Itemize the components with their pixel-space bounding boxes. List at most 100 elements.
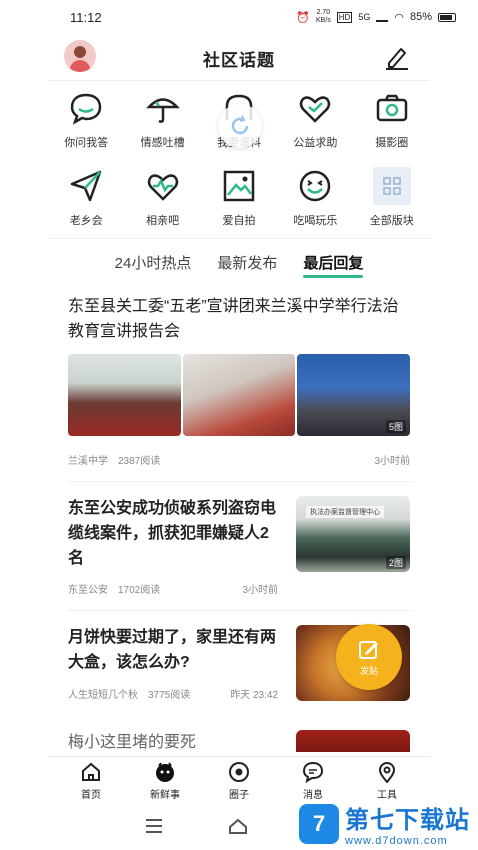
article-title: 月饼快要过期了，家里还有两大盒，该怎么办? xyxy=(68,629,277,671)
category-label: 摄影圈 xyxy=(375,137,409,149)
category-item[interactable]: 全部版块 xyxy=(354,166,430,228)
article-card[interactable]: 梅小这里堵的要死 xyxy=(68,730,410,755)
watermark-url: www.d7down.com xyxy=(345,835,448,847)
nav-label: 首页 xyxy=(81,790,101,801)
category-item[interactable]: 摄影圈 xyxy=(354,88,430,150)
article-image: 5图 xyxy=(297,354,411,436)
paper-plane-icon xyxy=(70,170,102,202)
status-bar: 11:12 ⏰ 2.70 KB/s HD 5G ◠ 85% xyxy=(0,0,478,34)
article-time: 3小时前 xyxy=(242,585,278,596)
category-label: 你问我答 xyxy=(64,137,109,149)
article-divider xyxy=(68,481,414,482)
tab-24h-hot[interactable]: 24小时热点 xyxy=(115,252,192,280)
category-label: 相亲吧 xyxy=(146,215,180,227)
category-item[interactable]: 你问我答 xyxy=(48,88,124,150)
article-card[interactable]: 东至县关工委“五老”宣讲团来兰溪中学举行法治教育宣讲报告会 5图 兰溪中学 23… xyxy=(68,294,411,467)
net-speed: 2.70 KB/s xyxy=(315,9,331,24)
article-divider xyxy=(68,610,414,611)
status-icons: ⏰ 2.70 KB/s HD 5G ◠ 85% xyxy=(296,9,456,25)
signal-icon xyxy=(376,12,389,22)
chat-bubble-icon xyxy=(70,93,102,125)
grid-divider xyxy=(48,238,430,239)
signal-label: 5G xyxy=(358,12,371,22)
article-source: 东至公安 xyxy=(68,585,108,596)
wifi-icon: ◠ xyxy=(394,11,404,24)
category-item[interactable]: 情感吐槽 xyxy=(124,88,200,150)
category-label: 全部版块 xyxy=(369,215,414,227)
tab-last-reply[interactable]: 最后回复 xyxy=(303,252,364,280)
refresh-icon xyxy=(231,115,249,135)
post-button[interactable]: 发贴 xyxy=(336,624,402,690)
nav-item-tools[interactable]: 工具 xyxy=(362,757,412,804)
article-title: 东至公安成功侦破系列盗窃电缆线案件，抓获犯罪嫌疑人2名 xyxy=(68,500,277,567)
picture-icon xyxy=(223,170,255,202)
heart-icon xyxy=(300,96,331,123)
bottom-nav: 首页 新鲜事 圈子 消息 工具 xyxy=(48,756,430,804)
article-thumbnail: 执法办案监督管理中心 2图 xyxy=(296,496,410,572)
page-title: 社区话题 xyxy=(203,50,275,70)
alarm-icon: ⏰ xyxy=(296,11,310,24)
article-source: 人生短短几个秋 xyxy=(68,690,138,701)
smile-icon xyxy=(300,170,331,202)
category-item[interactable]: 吃喝玩乐 xyxy=(277,166,353,228)
nav-item-circle[interactable]: 圈子 xyxy=(214,757,264,804)
category-label: 吃喝玩乐 xyxy=(293,215,338,227)
pencil-icon xyxy=(386,48,408,70)
avatar[interactable] xyxy=(64,40,96,72)
pulse-heart-icon xyxy=(147,174,178,201)
category-item[interactable]: 爱自拍 xyxy=(201,166,277,228)
edit-note-icon xyxy=(359,640,378,659)
battery-percent: 85% xyxy=(409,11,432,23)
feed-tabs: 24小时热点 最新发布 最后回复 xyxy=(0,252,478,280)
top-header: 社区话题 xyxy=(0,36,478,80)
category-item[interactable]: 相亲吧 xyxy=(124,166,200,228)
watermark: 7 第七下载站 www.d7down.com xyxy=(299,800,470,847)
header-divider xyxy=(48,80,430,81)
article-time: 昨天 23:42 xyxy=(230,690,278,701)
battery-icon xyxy=(438,12,456,22)
article-title: 梅小这里堵的要死 xyxy=(68,734,197,751)
tab-latest[interactable]: 最新发布 xyxy=(217,252,277,280)
nav-item-fresh[interactable]: 新鲜事 xyxy=(140,757,190,804)
nav-label: 圈子 xyxy=(229,790,249,801)
refresh-indicator xyxy=(218,104,262,148)
article-image xyxy=(68,354,181,436)
article-reads: 3775阅读 xyxy=(148,690,191,701)
nav-label: 新鲜事 xyxy=(150,790,180,801)
category-label: 公益求助 xyxy=(293,137,338,149)
status-time: 11:12 xyxy=(70,9,102,25)
article-meta: 东至公安 1702阅读 3小时前 xyxy=(68,581,278,596)
nav-item-messages[interactable]: 消息 xyxy=(288,757,338,804)
camera-icon xyxy=(376,94,408,122)
edit-button[interactable] xyxy=(382,42,412,72)
menu-icon[interactable] xyxy=(145,818,163,834)
umbrella-icon xyxy=(145,98,180,123)
image-count-badge: 2图 xyxy=(385,556,406,569)
article-meta: 兰溪中学 2387阅读 3小时前 xyxy=(68,452,410,467)
nav-item-home[interactable]: 首页 xyxy=(66,757,116,804)
home-gesture-icon[interactable] xyxy=(228,818,248,834)
article-reads: 1702阅读 xyxy=(118,585,161,596)
watermark-logo: 7 xyxy=(299,803,339,844)
nav-label: 工具 xyxy=(377,790,397,801)
home-icon xyxy=(82,762,100,781)
hd-icon: HD xyxy=(336,11,353,23)
nav-label: 消息 xyxy=(303,790,323,801)
watermark-title: 第七下载站 xyxy=(345,807,470,834)
article-reads: 2387阅读 xyxy=(118,456,161,467)
mascot-icon xyxy=(156,762,174,782)
article-card[interactable]: 东至公安成功侦破系列盗窃电缆线案件，抓获犯罪嫌疑人2名 东至公安 1702阅读 … xyxy=(68,496,410,596)
category-item[interactable]: 老乡会 xyxy=(48,166,124,228)
article-thumbnail xyxy=(296,730,410,752)
category-item[interactable]: 公益求助 xyxy=(277,88,353,150)
article-meta: 人生短短几个秋 3775阅读 昨天 23:42 xyxy=(68,686,278,701)
article-images: 5图 xyxy=(68,354,411,436)
thumb-sign-text: 执法办案监督管理中心 xyxy=(306,506,384,518)
article-time: 3小时前 xyxy=(374,456,410,467)
message-icon xyxy=(302,761,324,783)
post-button-label: 发贴 xyxy=(359,665,378,676)
category-label: 爱自拍 xyxy=(222,215,256,227)
category-label: 情感吐槽 xyxy=(140,137,185,149)
image-count-badge: 5图 xyxy=(386,420,407,433)
grid-icon xyxy=(383,177,401,195)
